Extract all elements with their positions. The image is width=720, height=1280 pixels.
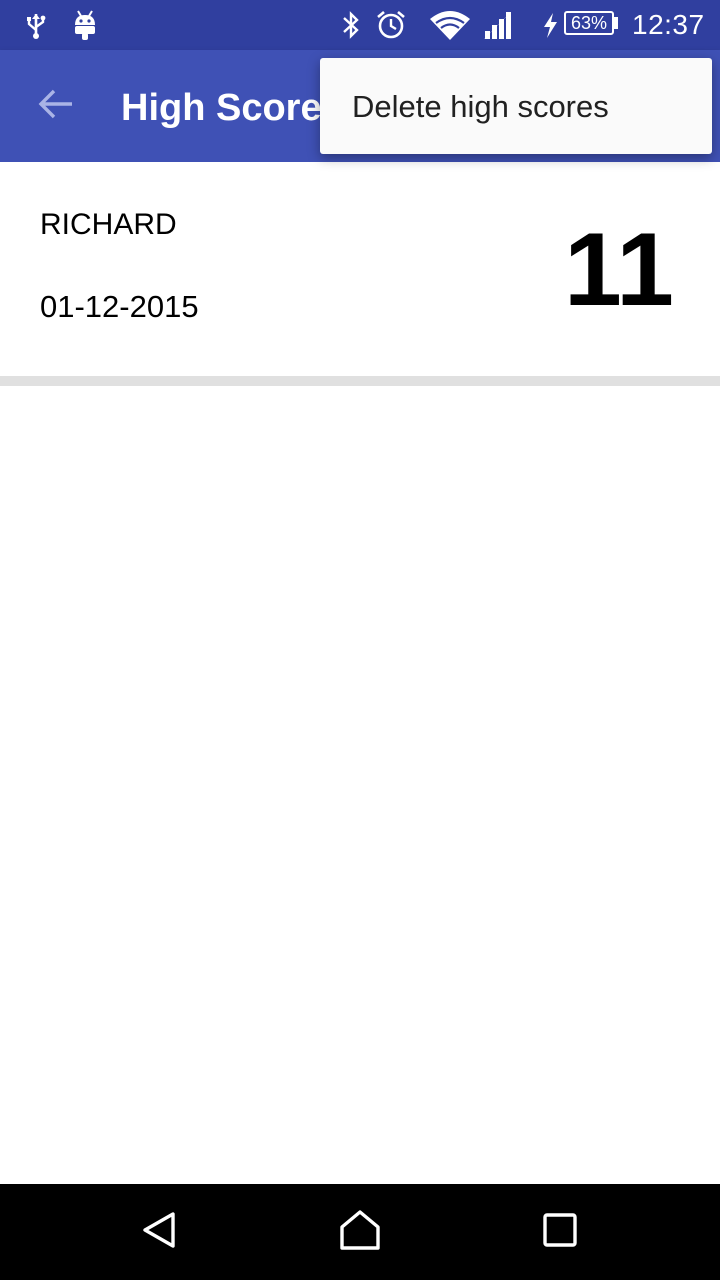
alarm-icon xyxy=(372,0,410,50)
menu-item-delete-high-scores[interactable]: Delete high scores xyxy=(320,58,712,154)
nav-recents-button[interactable] xyxy=(528,1200,592,1264)
recents-icon xyxy=(542,1212,578,1253)
android-debug-icon xyxy=(68,0,102,50)
home-icon xyxy=(338,1209,382,1256)
navigation-bar xyxy=(0,1184,720,1280)
page-title: High Scores xyxy=(121,87,343,129)
player-name: RICHARD xyxy=(40,208,177,241)
back-button[interactable] xyxy=(24,78,88,134)
battery-indicator: 63% xyxy=(564,11,614,35)
score-list-item[interactable]: RICHARD 01-12-2015 11 xyxy=(0,162,720,376)
status-bar: 63% 12:37 xyxy=(0,0,720,50)
arrow-back-icon xyxy=(36,84,76,129)
wifi-icon xyxy=(426,0,474,50)
score-date: 01-12-2015 xyxy=(40,289,199,324)
status-clock: 12:37 xyxy=(632,9,705,40)
battery-nub xyxy=(614,17,618,29)
nav-home-button[interactable] xyxy=(328,1200,392,1264)
charging-icon xyxy=(538,0,562,50)
row-divider xyxy=(0,376,720,386)
overflow-menu: Delete high scores xyxy=(320,58,712,154)
back-triangle-icon xyxy=(140,1210,180,1255)
nav-back-button[interactable] xyxy=(128,1200,192,1264)
cell-signal-icon xyxy=(478,0,518,50)
usb-icon xyxy=(20,0,52,50)
score-value: 11 xyxy=(564,212,674,328)
bluetooth-icon xyxy=(336,0,366,50)
